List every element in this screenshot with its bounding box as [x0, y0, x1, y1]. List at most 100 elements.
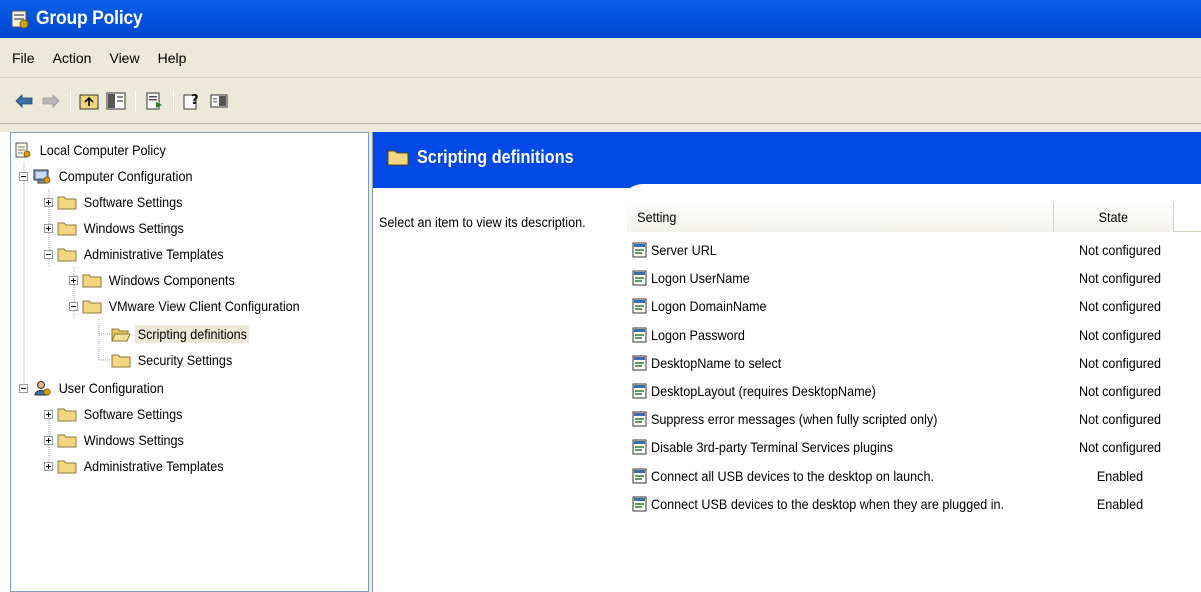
setting-name: Suppress error messages (when fully scri… — [651, 411, 938, 428]
menu-bar: File Action View Help — [0, 38, 1201, 78]
setting-row[interactable]: Connect USB devices to the desktop when … — [631, 490, 1191, 518]
back-button[interactable] — [12, 89, 36, 113]
setting-name: DesktopName to select — [651, 354, 782, 371]
tree-item-vmware-view-client-configuration[interactable]: VMware View Client Configuration — [69, 293, 324, 319]
user-icon — [34, 381, 51, 396]
menu-view[interactable]: View — [109, 50, 139, 66]
chrome-gap — [0, 124, 1201, 132]
column-header-state[interactable]: State — [1054, 202, 1174, 232]
setting-state: Enabled — [1096, 495, 1144, 512]
collapse-icon[interactable] — [19, 383, 28, 393]
policy-setting-icon — [632, 298, 647, 314]
back-arrow-icon — [15, 93, 33, 108]
policy-setting-icon — [632, 327, 647, 343]
policy-setting-icon — [632, 468, 647, 484]
column-header-label: State — [1098, 209, 1129, 225]
show-hide-tree-button[interactable] — [104, 89, 128, 113]
setting-row[interactable]: Logon DomainName Not configured — [631, 292, 1191, 320]
tree-item-local-computer-policy[interactable]: Local Computer Policy — [13, 137, 183, 163]
details-header-band: Scripting definitions — [373, 132, 1201, 224]
folder-icon — [57, 408, 77, 422]
export-list-button[interactable] — [142, 89, 166, 113]
setting-state: Not configured — [1079, 298, 1161, 315]
tree-item-uc-software-settings[interactable]: Software Settings — [44, 401, 197, 427]
policy-setting-icon — [632, 383, 647, 399]
collapse-icon[interactable] — [69, 301, 78, 311]
expand-icon[interactable] — [69, 275, 78, 285]
setting-row[interactable]: Disable 3rd-party Terminal Services plug… — [631, 433, 1191, 461]
tree-label: Windows Settings — [83, 432, 184, 448]
tree-label: User Configuration — [58, 380, 164, 396]
expand-icon[interactable] — [44, 197, 53, 207]
tree-item-cc-software-settings[interactable]: Software Settings — [44, 189, 197, 215]
title-bar: Group Policy — [0, 0, 1201, 38]
expand-icon[interactable] — [44, 223, 53, 233]
action-pane-icon — [210, 94, 228, 107]
expand-icon[interactable] — [44, 435, 53, 445]
setting-state: Not configured — [1079, 383, 1161, 399]
tree-label: Security Settings — [137, 352, 233, 368]
group-policy-app-icon — [11, 10, 29, 29]
up-one-level-button[interactable] — [77, 89, 101, 113]
help-icon: ? — [183, 93, 199, 109]
window-title: Group Policy — [36, 8, 143, 29]
setting-row[interactable]: Logon Password Not configured — [631, 321, 1191, 349]
help-button[interactable]: ? — [180, 89, 204, 113]
tree-label: Administrative Templates — [83, 458, 224, 474]
setting-row[interactable]: Server URL Not configured — [631, 236, 1191, 264]
collapse-icon[interactable] — [44, 249, 53, 259]
tree-item-computer-configuration[interactable]: Computer Configuration — [19, 163, 211, 189]
setting-name: Disable 3rd-party Terminal Services plug… — [651, 439, 894, 456]
details-pane: Scripting definitions Select an item to … — [372, 132, 1201, 592]
forward-button[interactable] — [39, 89, 63, 113]
tree-item-windows-components[interactable]: Windows Components — [69, 267, 252, 293]
column-header-setting[interactable]: Setting — [627, 202, 1054, 232]
policy-document-icon — [15, 142, 31, 158]
computer-icon — [33, 169, 51, 184]
setting-name: Logon UserName — [651, 270, 750, 287]
svg-text:?: ? — [191, 93, 199, 108]
expand-icon[interactable] — [44, 461, 53, 471]
expand-icon[interactable] — [44, 409, 53, 419]
tree-label: Software Settings — [83, 406, 183, 422]
tree-item-security-settings[interactable]: Security Settings — [111, 347, 246, 373]
menu-action[interactable]: Action — [53, 50, 92, 66]
setting-state: Not configured — [1079, 242, 1161, 258]
tree-item-uc-administrative-templates[interactable]: Administrative Templates — [44, 453, 242, 479]
tree-label: VMware View Client Configuration — [108, 298, 300, 314]
tree-item-cc-windows-settings[interactable]: Windows Settings — [44, 215, 198, 241]
tree-item-user-configuration[interactable]: User Configuration — [19, 375, 179, 401]
tree-label: Computer Configuration — [58, 168, 193, 184]
policy-setting-icon — [632, 355, 647, 371]
folder-icon — [57, 460, 77, 474]
tree-label: Windows Components — [108, 272, 235, 288]
setting-row[interactable]: DesktopLayout (requires DesktopName) Not … — [631, 377, 1191, 405]
export-list-icon — [146, 92, 162, 109]
setting-name: Server URL — [651, 242, 717, 258]
tree-item-scripting-definitions[interactable]: Scripting definitions — [111, 321, 262, 347]
folder-icon — [57, 434, 77, 448]
setting-row[interactable]: Suppress error messages (when fully scri… — [631, 405, 1191, 433]
console-tree[interactable]: Local Computer Policy Computer Configura… — [10, 132, 369, 592]
toolbar-separator — [135, 89, 136, 112]
column-header-label: Setting — [637, 209, 677, 225]
list-header: Setting State — [627, 202, 1201, 232]
show-hide-action-pane-button[interactable] — [207, 89, 231, 113]
setting-row[interactable]: Connect all USB devices to the desktop o… — [631, 462, 1191, 490]
collapse-icon[interactable] — [19, 171, 28, 181]
policy-setting-icon — [632, 270, 647, 286]
setting-row[interactable]: DesktopName to select Not configured — [631, 349, 1191, 377]
tree-label: Administrative Templates — [83, 246, 224, 262]
console-tree-icon — [106, 92, 126, 109]
menu-file[interactable]: File — [12, 50, 35, 66]
setting-name: DesktopLayout (requires DesktopName) — [651, 383, 876, 399]
setting-state: Enabled — [1096, 467, 1144, 484]
setting-state: Not configured — [1079, 411, 1161, 428]
tree-item-cc-administrative-templates[interactable]: Administrative Templates — [44, 241, 242, 267]
tree-label: Local Computer Policy — [39, 142, 166, 158]
setting-row[interactable]: Logon UserName Not configured — [631, 264, 1191, 292]
toolbar-separator — [173, 89, 174, 112]
tree-item-uc-windows-settings[interactable]: Windows Settings — [44, 427, 198, 453]
open-folder-icon — [111, 328, 131, 342]
menu-help[interactable]: Help — [158, 50, 187, 66]
